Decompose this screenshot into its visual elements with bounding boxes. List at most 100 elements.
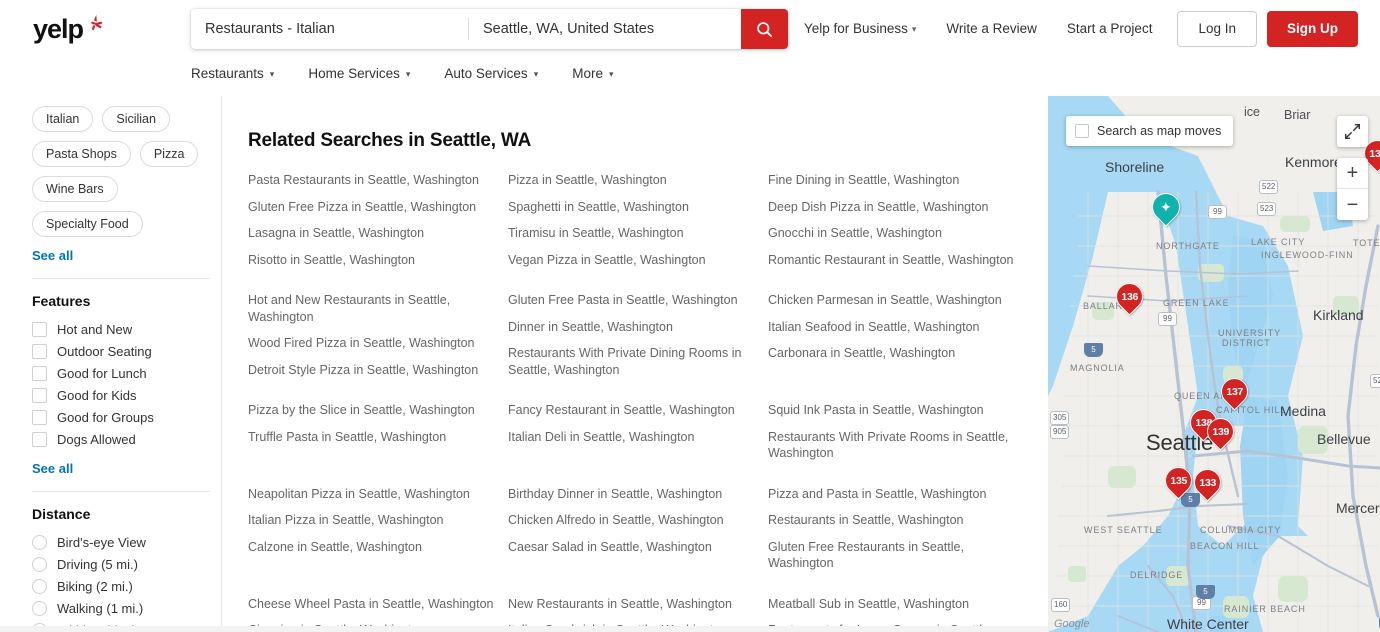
checkbox-icon[interactable] <box>32 365 47 381</box>
category-chip-specialty-food[interactable]: Specialty Food <box>32 211 143 237</box>
subnav-item-more[interactable]: More ▾ <box>572 66 613 81</box>
feature-dogs-allowed[interactable]: Dogs Allowed <box>32 428 221 450</box>
nav-start-a-project[interactable]: Start a Project <box>1052 9 1168 49</box>
nav-write-a-review[interactable]: Write a Review <box>931 9 1052 49</box>
related-search-link[interactable]: Vegan Pizza in Seattle, Washington <box>508 252 758 269</box>
search-submit-button[interactable] <box>741 9 788 49</box>
related-searches-column: Gluten Free Pasta in Seattle, Washington… <box>508 292 768 388</box>
related-search-link[interactable]: Meatball Sub in Seattle, Washington <box>768 596 1018 613</box>
radio-icon[interactable] <box>32 534 47 550</box>
checkbox-icon[interactable] <box>1075 124 1089 138</box>
distance-label: Driving (5 mi.) <box>57 556 138 572</box>
map-neighborhood-label: UNIVERSITY <box>1218 328 1282 338</box>
checkbox-icon[interactable] <box>32 387 47 403</box>
radio-icon[interactable] <box>32 556 47 572</box>
feature-label: Good for Groups <box>57 409 154 425</box>
radio-icon[interactable] <box>32 578 47 594</box>
related-searches-column: Pizza and Pasta in Seattle, Washington Re… <box>768 486 1018 582</box>
related-search-link[interactable]: Wood Fired Pizza in Seattle, Washington <box>248 335 498 352</box>
yelp-logo[interactable]: yelp <box>33 16 84 43</box>
related-search-link[interactable]: Detroit Style Pizza in Seattle, Washingt… <box>248 362 498 379</box>
features-see-all-link[interactable]: See all <box>32 461 73 476</box>
related-search-link[interactable]: Squid Ink Pasta in Seattle, Washington <box>768 402 1018 419</box>
map-neighborhood-label: GREEN LAKE <box>1163 298 1230 308</box>
categories-see-all-link[interactable]: See all <box>32 248 73 263</box>
distance-biking[interactable]: Biking (2 mi.) <box>32 575 221 597</box>
map-expand-button[interactable] <box>1337 116 1368 147</box>
related-search-link[interactable]: Restaurants With Private Rooms in Seattl… <box>768 429 1018 462</box>
sign-up-button[interactable]: Sign Up <box>1267 11 1358 47</box>
search-near-input[interactable] <box>469 9 741 49</box>
related-search-link[interactable]: Pizza and Pasta in Seattle, Washington <box>768 486 1018 503</box>
related-search-link[interactable]: Calzone in Seattle, Washington <box>248 539 498 556</box>
related-search-link[interactable]: Chicken Parmesan in Seattle, Washington <box>768 292 1018 309</box>
distance-walking[interactable]: Walking (1 mi.) <box>32 597 221 619</box>
related-search-link[interactable]: New Restaurants in Seattle, Washington <box>508 596 758 613</box>
related-search-link[interactable]: Pasta Restaurants in Seattle, Washington <box>248 172 498 189</box>
log-in-button[interactable]: Log In <box>1177 11 1257 47</box>
map-panel[interactable]: Search as map moves + − RICHMOND BEACHNO… <box>1048 96 1380 632</box>
related-search-link[interactable]: Carbonara in Seattle, Washington <box>768 345 1018 362</box>
related-search-link[interactable]: Gluten Free Pizza in Seattle, Washington <box>248 199 498 216</box>
related-search-link[interactable]: Italian Pizza in Seattle, Washington <box>248 512 498 529</box>
feature-outdoor-seating[interactable]: Outdoor Seating <box>32 340 221 362</box>
feature-hot-and-new[interactable]: Hot and New <box>32 318 221 340</box>
related-search-link[interactable]: Fine Dining in Seattle, Washington <box>768 172 1018 189</box>
related-search-link[interactable]: Risotto in Seattle, Washington <box>248 252 498 269</box>
feature-label: Good for Lunch <box>57 365 147 381</box>
related-search-link[interactable]: Gnocchi in Seattle, Washington <box>768 225 1018 242</box>
distance-driving[interactable]: Driving (5 mi.) <box>32 553 221 575</box>
related-search-link[interactable]: Cheese Wheel Pasta in Seattle, Washingto… <box>248 596 498 613</box>
related-search-link[interactable]: Restaurants With Private Dining Rooms in… <box>508 345 758 378</box>
related-search-link[interactable]: Caesar Salad in Seattle, Washington <box>508 539 758 556</box>
related-search-link[interactable]: Gluten Free Pasta in Seattle, Washington <box>508 292 758 309</box>
subnav-label-more: More <box>572 65 603 81</box>
related-search-link[interactable]: Restaurants in Seattle, Washington <box>768 512 1018 529</box>
related-search-link[interactable]: Chicken Alfredo in Seattle, Washington <box>508 512 758 529</box>
related-search-link[interactable]: Lasagna in Seattle, Washington <box>248 225 498 242</box>
feature-good-for-groups[interactable]: Good for Groups <box>32 406 221 428</box>
related-search-link[interactable]: Truffle Pasta in Seattle, Washington <box>248 429 498 446</box>
feature-good-for-kids[interactable]: Good for Kids <box>32 384 221 406</box>
subnav-item-auto-services[interactable]: Auto Services ▾ <box>444 66 538 81</box>
related-search-link[interactable]: Romantic Restaurant in Seattle, Washingt… <box>768 252 1018 269</box>
related-search-link[interactable]: Gluten Free Restaurants in Seattle, Wash… <box>768 539 1018 572</box>
related-search-link[interactable]: Pizza in Seattle, Washington <box>508 172 758 189</box>
related-searches-column: Fancy Restaurant in Seattle, Washington I… <box>508 402 768 472</box>
subnav-item-restaurants[interactable]: Restaurants ▾ <box>191 66 274 81</box>
site-header: yelp Yelp for Business▾ <box>0 0 1380 57</box>
related-search-link[interactable]: Spaghetti in Seattle, Washington <box>508 199 758 216</box>
checkbox-icon[interactable] <box>32 343 47 359</box>
nav-yelp-for-business[interactable]: Yelp for Business ▾ <box>789 9 931 50</box>
related-search-link[interactable]: Italian Seafood in Seattle, Washington <box>768 319 1018 336</box>
category-chip-wine-bars[interactable]: Wine Bars <box>32 176 118 202</box>
feature-label: Good for Kids <box>57 387 137 403</box>
distance-birds-eye-view[interactable]: Bird's-eye View <box>32 531 221 553</box>
related-search-link[interactable]: Birthday Dinner in Seattle, Washington <box>508 486 758 503</box>
related-search-link[interactable]: Pizza by the Slice in Seattle, Washingto… <box>248 402 498 419</box>
related-search-link[interactable]: Dinner in Seattle, Washington <box>508 319 758 336</box>
distance-label: Biking (2 mi.) <box>57 578 133 594</box>
category-chip-italian[interactable]: Italian <box>32 106 94 132</box>
related-search-link[interactable]: Deep Dish Pizza in Seattle, Washington <box>768 199 1018 216</box>
map-pin-number: 139 <box>1212 425 1229 438</box>
feature-good-for-lunch[interactable]: Good for Lunch <box>32 362 221 384</box>
checkbox-icon[interactable] <box>32 431 47 447</box>
map-zoom-out-button[interactable]: − <box>1337 189 1368 220</box>
search-find-input[interactable] <box>191 9 468 49</box>
category-chip-pasta-shops[interactable]: Pasta Shops <box>32 141 131 167</box>
map-zoom-in-button[interactable]: + <box>1337 158 1368 189</box>
related-search-link[interactable]: Hot and New Restaurants in Seattle, Wash… <box>248 292 498 325</box>
radio-icon[interactable] <box>32 600 47 616</box>
checkbox-icon[interactable] <box>32 321 47 337</box>
category-chip-pizza[interactable]: Pizza <box>139 141 199 167</box>
related-search-link[interactable]: Neapolitan Pizza in Seattle, Washington <box>248 486 498 503</box>
checkbox-icon[interactable] <box>32 409 47 425</box>
related-search-link[interactable]: Italian Deli in Seattle, Washington <box>508 429 758 446</box>
category-chip-sicilian[interactable]: Sicilian <box>102 106 170 132</box>
subnav-item-home-services[interactable]: Home Services ▾ <box>308 66 410 81</box>
related-search-link[interactable]: Tiramisu in Seattle, Washington <box>508 225 758 242</box>
search-as-map-moves-toggle[interactable]: Search as map moves <box>1066 116 1234 146</box>
related-search-link[interactable]: Fancy Restaurant in Seattle, Washington <box>508 402 758 419</box>
related-searches-column: Hot and New Restaurants in Seattle, Wash… <box>248 292 508 388</box>
